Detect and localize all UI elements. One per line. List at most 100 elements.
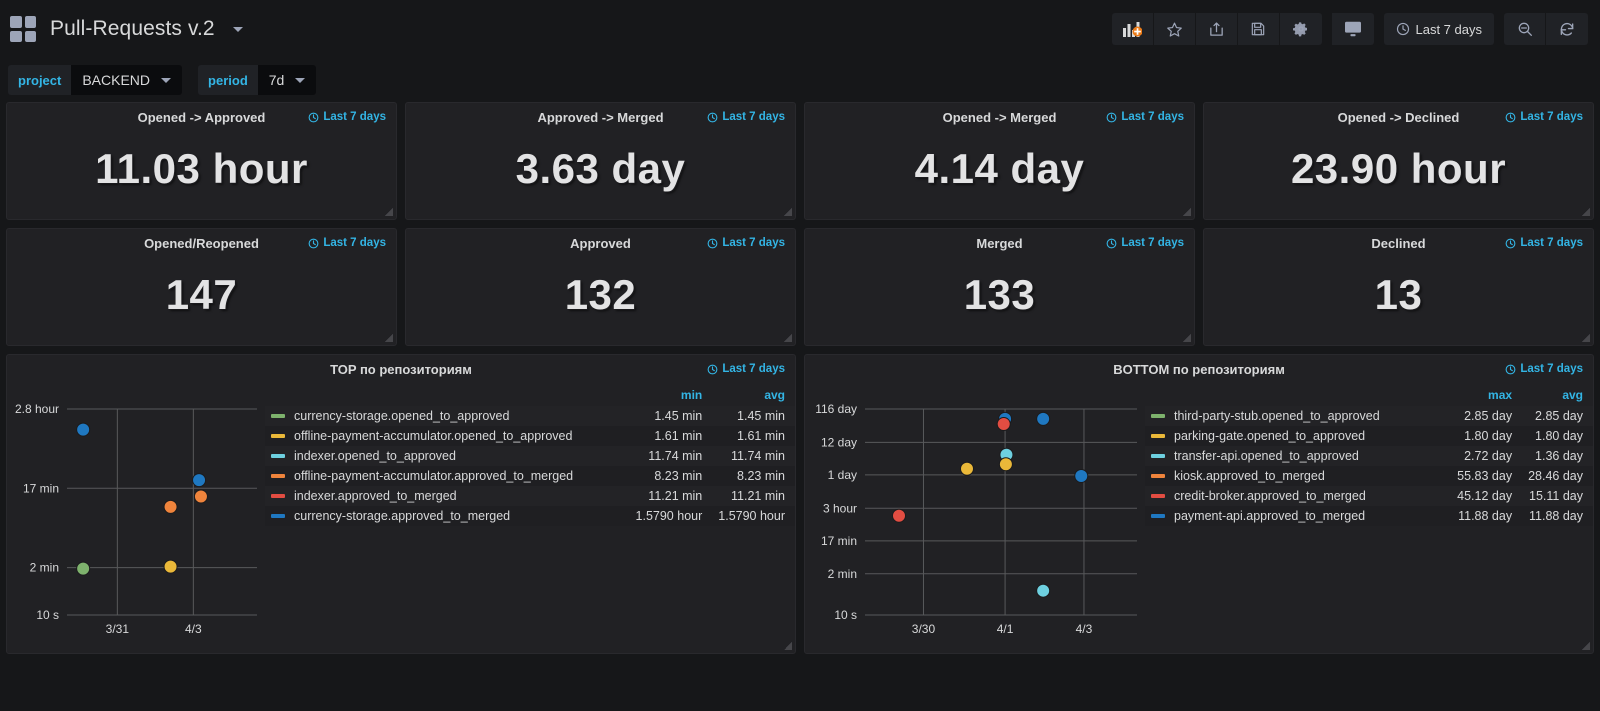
panel-approved-count[interactable]: Approved Last 7 days 132 bbox=[405, 228, 796, 346]
x-axis-tick-label: 4/1 bbox=[997, 622, 1014, 636]
legend-header-max[interactable]: max bbox=[1451, 386, 1522, 406]
time-range-picker[interactable]: Last 7 days bbox=[1383, 13, 1494, 45]
panel-time-range[interactable]: Last 7 days bbox=[1505, 111, 1583, 123]
legend-row[interactable]: kiosk.approved_to_merged 55.83 day 28.46 d… bbox=[1145, 466, 1593, 486]
scatter-point[interactable]: offline-payment-accumulator.approved_to_… bbox=[193, 489, 208, 504]
legend-color-swatch-icon[interactable] bbox=[1151, 474, 1165, 478]
legend-header-min[interactable]: min bbox=[630, 386, 713, 406]
legend-series-name[interactable]: offline-payment-accumulator.approved_to_… bbox=[265, 466, 630, 486]
legend-header-avg[interactable]: avg bbox=[712, 386, 795, 406]
dashboard-brand[interactable]: Pull-Requests v.2 bbox=[10, 16, 243, 42]
top-chart-plot[interactable]: 2.8 hour 17 min 2 min 10 s 3/31 4/3 currency-s… bbox=[7, 383, 265, 653]
zoom-out-button[interactable] bbox=[1504, 13, 1546, 45]
legend-row[interactable]: third-party-stub.opened_to_approved 2.85 … bbox=[1145, 406, 1593, 426]
scatter-point[interactable]: third-party-stub.opened_to_approved 2.85… bbox=[960, 461, 974, 476]
legend-series-name[interactable]: currency-storage.approved_to_merged bbox=[265, 506, 630, 526]
chevron-down-icon[interactable] bbox=[232, 26, 243, 32]
scatter-point[interactable]: credit-broker.approved_to_merged 45.12 d… bbox=[996, 417, 1011, 432]
panel-opened-to-declined[interactable]: Opened -> Declined Last 7 days 23.90 hou… bbox=[1203, 102, 1594, 220]
legend-row[interactable]: currency-storage.approved_to_merged 1.579… bbox=[265, 506, 795, 526]
legend-row[interactable]: credit-broker.approved_to_merged 45.12 da… bbox=[1145, 486, 1593, 506]
variable-project-select[interactable]: BACKEND bbox=[71, 65, 183, 95]
legend-color-swatch-icon[interactable] bbox=[271, 474, 285, 478]
panel-merged-count[interactable]: Merged Last 7 days 133 bbox=[804, 228, 1195, 346]
panel-opened-to-merged[interactable]: Opened -> Merged Last 7 days 4.14 day bbox=[804, 102, 1195, 220]
panel-opened-reopened[interactable]: Opened/Reopened Last 7 days 147 bbox=[6, 228, 397, 346]
panel-time-range[interactable]: Last 7 days bbox=[308, 111, 386, 123]
legend-series-name[interactable]: indexer.opened_to_approved bbox=[265, 446, 630, 466]
legend-color-swatch-icon[interactable] bbox=[271, 414, 285, 418]
panel-time-range[interactable]: Last 7 days bbox=[707, 237, 785, 249]
scatter-point[interactable]: currency-storage.opened_to_approved 1.45… bbox=[76, 561, 91, 576]
panel-opened-to-approved[interactable]: Opened -> Approved Last 7 days 11.03 hou… bbox=[6, 102, 397, 220]
dashboard-settings-button[interactable] bbox=[1279, 13, 1322, 45]
legend-color-swatch-icon[interactable] bbox=[1151, 514, 1165, 518]
scatter-point[interactable]: parking-gate.opened_to_approved 1.80 day bbox=[998, 457, 1013, 472]
panel-time-range[interactable]: Last 7 days bbox=[1505, 363, 1583, 375]
scatter-point[interactable]: payment-api.approved_to_merged 1 day bbox=[1074, 468, 1089, 483]
tv-mode-button[interactable] bbox=[1331, 13, 1374, 45]
variable-period-label: period bbox=[198, 65, 258, 95]
legend-color-swatch-icon[interactable] bbox=[1151, 414, 1165, 418]
scatter-point[interactable]: transfer-api.opened_to_approved 2 min bbox=[1036, 583, 1051, 598]
scatter-point[interactable]: currency-storage.approved_to_merged 1.57… bbox=[76, 422, 91, 437]
legend-series-name[interactable]: credit-broker.approved_to_merged bbox=[1145, 486, 1451, 506]
legend-header-series[interactable] bbox=[265, 386, 630, 406]
legend-series-name[interactable]: transfer-api.opened_to_approved bbox=[1145, 446, 1451, 466]
legend-series-name[interactable]: kiosk.approved_to_merged bbox=[1145, 466, 1451, 486]
legend-series-name[interactable]: third-party-stub.opened_to_approved bbox=[1145, 406, 1451, 426]
legend-row[interactable]: indexer.approved_to_merged 11.21 min 11.21… bbox=[265, 486, 795, 506]
variable-period-select[interactable]: 7d bbox=[257, 65, 317, 95]
panel-approved-to-merged[interactable]: Approved -> Merged Last 7 days 3.63 day bbox=[405, 102, 796, 220]
page-title[interactable]: Pull-Requests v.2 bbox=[50, 17, 215, 41]
scatter-point[interactable]: indexer.approved_to_merged 11.21 min bbox=[192, 473, 207, 488]
legend-series-name[interactable]: payment-api.approved_to_merged bbox=[1145, 506, 1451, 526]
legend-header-avg[interactable]: avg bbox=[1522, 386, 1593, 406]
legend-color-swatch-icon[interactable] bbox=[1151, 434, 1165, 438]
scatter-point[interactable]: indexer.opened_to_approved 11.74 min bbox=[163, 559, 178, 574]
panel-time-range[interactable]: Last 7 days bbox=[308, 237, 386, 249]
legend-color-swatch-icon[interactable] bbox=[271, 494, 285, 498]
panel-title: BOTTOM по репозиториям bbox=[1113, 361, 1285, 377]
panel-top-repositories[interactable]: TOP по репозиториям Last 7 days 2.8 hour… bbox=[6, 354, 796, 654]
legend-row[interactable]: transfer-api.opened_to_approved 2.72 day 1… bbox=[1145, 446, 1593, 466]
legend-row[interactable]: payment-api.approved_to_merged 11.88 day 1… bbox=[1145, 506, 1593, 526]
legend-color-swatch-icon[interactable] bbox=[1151, 454, 1165, 458]
legend-series-name[interactable]: parking-gate.opened_to_approved bbox=[1145, 426, 1451, 446]
legend-color-swatch-icon[interactable] bbox=[1151, 494, 1165, 498]
panel-time-range[interactable]: Last 7 days bbox=[707, 363, 785, 375]
legend-value-col2: 1.45 min bbox=[737, 409, 785, 423]
panel-bottom-repositories[interactable]: BOTTOM по репозиториям Last 7 days 116 d… bbox=[804, 354, 1594, 654]
panel-time-range[interactable]: Last 7 days bbox=[1106, 111, 1184, 123]
legend-color-swatch-icon[interactable] bbox=[271, 514, 285, 518]
legend-color-swatch-icon[interactable] bbox=[271, 434, 285, 438]
scatter-point[interactable]: credit-broker.approved_to_merged 3 hour bbox=[892, 508, 906, 523]
legend-row[interactable]: parking-gate.opened_to_approved 1.80 day 1… bbox=[1145, 426, 1593, 446]
legend-row[interactable]: indexer.opened_to_approved 11.74 min 11.74… bbox=[265, 446, 795, 466]
legend-row[interactable]: currency-storage.opened_to_approved 1.45 … bbox=[265, 406, 795, 426]
legend-series-name[interactable]: offline-payment-accumulator.opened_to_ap… bbox=[265, 426, 630, 446]
save-dashboard-button[interactable] bbox=[1237, 13, 1280, 45]
bottom-chart-plot[interactable]: 116 day 12 day 1 day 3 hour 17 min 2 min 10 s 3… bbox=[805, 383, 1145, 653]
stat-value: 147 bbox=[165, 271, 238, 318]
panel-time-range[interactable]: Last 7 days bbox=[1505, 237, 1583, 249]
legend-series-name[interactable]: indexer.approved_to_merged bbox=[265, 486, 630, 506]
panel-declined-count[interactable]: Declined Last 7 days 13 bbox=[1203, 228, 1594, 346]
panel-time-range[interactable]: Last 7 days bbox=[1106, 237, 1184, 249]
add-panel-button[interactable] bbox=[1111, 13, 1154, 45]
scatter-point[interactable]: kiosk.approved_to_merged 55.83 day bbox=[1036, 411, 1051, 426]
refresh-button[interactable] bbox=[1546, 13, 1588, 45]
legend-row[interactable]: offline-payment-accumulator.approved_to_… bbox=[265, 466, 795, 486]
legend-color-swatch-icon[interactable] bbox=[271, 454, 285, 458]
legend-row[interactable]: offline-payment-accumulator.opened_to_ap… bbox=[265, 426, 795, 446]
share-dashboard-button[interactable] bbox=[1195, 13, 1238, 45]
legend-series-name[interactable]: currency-storage.opened_to_approved bbox=[265, 406, 630, 426]
grid-logo-icon[interactable] bbox=[10, 16, 36, 42]
legend-header-series[interactable] bbox=[1145, 386, 1451, 406]
panel-header: Approved Last 7 days bbox=[406, 229, 795, 257]
star-dashboard-button[interactable] bbox=[1153, 13, 1196, 45]
panel-time-range[interactable]: Last 7 days bbox=[707, 111, 785, 123]
scatter-point[interactable]: offline-payment-accumulator.opened_to_ap… bbox=[163, 499, 178, 514]
panel-time-range-label: Last 7 days bbox=[1520, 363, 1583, 375]
variable-period: period 7d bbox=[198, 65, 317, 95]
